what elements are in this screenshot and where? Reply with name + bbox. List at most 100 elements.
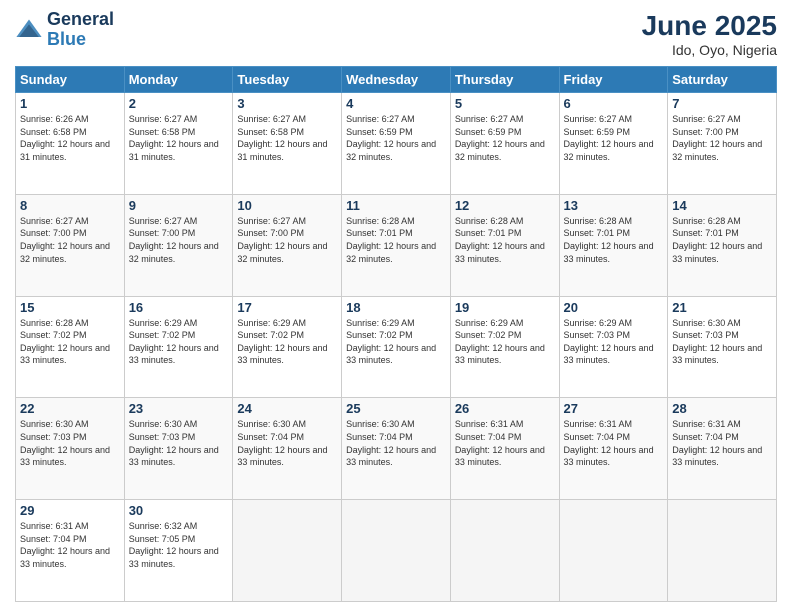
day-info: Sunrise: 6:30 AM Sunset: 7:03 PM Dayligh… xyxy=(672,317,772,367)
table-row: 18 Sunrise: 6:29 AM Sunset: 7:02 PM Dayl… xyxy=(342,296,451,398)
day-info: Sunrise: 6:28 AM Sunset: 7:02 PM Dayligh… xyxy=(20,317,120,367)
day-info: Sunrise: 6:29 AM Sunset: 7:02 PM Dayligh… xyxy=(455,317,555,367)
day-number: 1 xyxy=(20,96,120,111)
day-number: 14 xyxy=(672,198,772,213)
col-thursday: Thursday xyxy=(450,67,559,93)
location: Ido, Oyo, Nigeria xyxy=(642,42,777,58)
day-info: Sunrise: 6:27 AM Sunset: 7:00 PM Dayligh… xyxy=(672,113,772,163)
table-row: 4 Sunrise: 6:27 AM Sunset: 6:59 PM Dayli… xyxy=(342,93,451,195)
col-sunday: Sunday xyxy=(16,67,125,93)
table-row: 24 Sunrise: 6:30 AM Sunset: 7:04 PM Dayl… xyxy=(233,398,342,500)
day-info: Sunrise: 6:31 AM Sunset: 7:04 PM Dayligh… xyxy=(564,418,664,468)
day-number: 2 xyxy=(129,96,229,111)
table-row: 12 Sunrise: 6:28 AM Sunset: 7:01 PM Dayl… xyxy=(450,194,559,296)
day-number: 10 xyxy=(237,198,337,213)
day-number: 9 xyxy=(129,198,229,213)
day-number: 29 xyxy=(20,503,120,518)
day-number: 6 xyxy=(564,96,664,111)
day-number: 13 xyxy=(564,198,664,213)
table-row: 1 Sunrise: 6:26 AM Sunset: 6:58 PM Dayli… xyxy=(16,93,125,195)
table-row: 23 Sunrise: 6:30 AM Sunset: 7:03 PM Dayl… xyxy=(124,398,233,500)
calendar-table: Sunday Monday Tuesday Wednesday Thursday… xyxy=(15,66,777,602)
calendar-row: 1 Sunrise: 6:26 AM Sunset: 6:58 PM Dayli… xyxy=(16,93,777,195)
day-number: 15 xyxy=(20,300,120,315)
table-row: 29 Sunrise: 6:31 AM Sunset: 7:04 PM Dayl… xyxy=(16,500,125,602)
day-number: 21 xyxy=(672,300,772,315)
day-info: Sunrise: 6:31 AM Sunset: 7:04 PM Dayligh… xyxy=(20,520,120,570)
day-info: Sunrise: 6:29 AM Sunset: 7:02 PM Dayligh… xyxy=(237,317,337,367)
day-number: 18 xyxy=(346,300,446,315)
col-saturday: Saturday xyxy=(668,67,777,93)
table-row: 22 Sunrise: 6:30 AM Sunset: 7:03 PM Dayl… xyxy=(16,398,125,500)
table-row xyxy=(668,500,777,602)
logo: General Blue xyxy=(15,10,114,50)
table-row: 25 Sunrise: 6:30 AM Sunset: 7:04 PM Dayl… xyxy=(342,398,451,500)
day-number: 28 xyxy=(672,401,772,416)
day-number: 3 xyxy=(237,96,337,111)
table-row: 20 Sunrise: 6:29 AM Sunset: 7:03 PM Dayl… xyxy=(559,296,668,398)
day-number: 19 xyxy=(455,300,555,315)
table-row: 19 Sunrise: 6:29 AM Sunset: 7:02 PM Dayl… xyxy=(450,296,559,398)
table-row xyxy=(342,500,451,602)
calendar-row: 22 Sunrise: 6:30 AM Sunset: 7:03 PM Dayl… xyxy=(16,398,777,500)
day-number: 17 xyxy=(237,300,337,315)
day-info: Sunrise: 6:30 AM Sunset: 7:03 PM Dayligh… xyxy=(129,418,229,468)
calendar-header-row: Sunday Monday Tuesday Wednesday Thursday… xyxy=(16,67,777,93)
day-info: Sunrise: 6:29 AM Sunset: 7:02 PM Dayligh… xyxy=(346,317,446,367)
table-row: 8 Sunrise: 6:27 AM Sunset: 7:00 PM Dayli… xyxy=(16,194,125,296)
day-number: 27 xyxy=(564,401,664,416)
table-row: 26 Sunrise: 6:31 AM Sunset: 7:04 PM Dayl… xyxy=(450,398,559,500)
day-info: Sunrise: 6:31 AM Sunset: 7:04 PM Dayligh… xyxy=(455,418,555,468)
header: General Blue June 2025 Ido, Oyo, Nigeria xyxy=(15,10,777,58)
day-number: 4 xyxy=(346,96,446,111)
table-row: 7 Sunrise: 6:27 AM Sunset: 7:00 PM Dayli… xyxy=(668,93,777,195)
table-row: 27 Sunrise: 6:31 AM Sunset: 7:04 PM Dayl… xyxy=(559,398,668,500)
table-row: 2 Sunrise: 6:27 AM Sunset: 6:58 PM Dayli… xyxy=(124,93,233,195)
day-number: 22 xyxy=(20,401,120,416)
table-row: 13 Sunrise: 6:28 AM Sunset: 7:01 PM Dayl… xyxy=(559,194,668,296)
table-row: 11 Sunrise: 6:28 AM Sunset: 7:01 PM Dayl… xyxy=(342,194,451,296)
table-row: 6 Sunrise: 6:27 AM Sunset: 6:59 PM Dayli… xyxy=(559,93,668,195)
day-info: Sunrise: 6:30 AM Sunset: 7:03 PM Dayligh… xyxy=(20,418,120,468)
table-row: 16 Sunrise: 6:29 AM Sunset: 7:02 PM Dayl… xyxy=(124,296,233,398)
table-row: 10 Sunrise: 6:27 AM Sunset: 7:00 PM Dayl… xyxy=(233,194,342,296)
table-row xyxy=(233,500,342,602)
day-info: Sunrise: 6:27 AM Sunset: 6:59 PM Dayligh… xyxy=(455,113,555,163)
col-monday: Monday xyxy=(124,67,233,93)
title-block: June 2025 Ido, Oyo, Nigeria xyxy=(642,10,777,58)
calendar-row: 29 Sunrise: 6:31 AM Sunset: 7:04 PM Dayl… xyxy=(16,500,777,602)
day-info: Sunrise: 6:26 AM Sunset: 6:58 PM Dayligh… xyxy=(20,113,120,163)
table-row: 9 Sunrise: 6:27 AM Sunset: 7:00 PM Dayli… xyxy=(124,194,233,296)
table-row: 21 Sunrise: 6:30 AM Sunset: 7:03 PM Dayl… xyxy=(668,296,777,398)
col-friday: Friday xyxy=(559,67,668,93)
day-info: Sunrise: 6:27 AM Sunset: 6:59 PM Dayligh… xyxy=(564,113,664,163)
day-info: Sunrise: 6:27 AM Sunset: 6:59 PM Dayligh… xyxy=(346,113,446,163)
month-title: June 2025 xyxy=(642,10,777,42)
day-number: 25 xyxy=(346,401,446,416)
day-info: Sunrise: 6:29 AM Sunset: 7:02 PM Dayligh… xyxy=(129,317,229,367)
day-info: Sunrise: 6:28 AM Sunset: 7:01 PM Dayligh… xyxy=(346,215,446,265)
day-info: Sunrise: 6:27 AM Sunset: 7:00 PM Dayligh… xyxy=(237,215,337,265)
day-info: Sunrise: 6:28 AM Sunset: 7:01 PM Dayligh… xyxy=(455,215,555,265)
day-info: Sunrise: 6:30 AM Sunset: 7:04 PM Dayligh… xyxy=(237,418,337,468)
table-row: 3 Sunrise: 6:27 AM Sunset: 6:58 PM Dayli… xyxy=(233,93,342,195)
day-number: 30 xyxy=(129,503,229,518)
table-row: 5 Sunrise: 6:27 AM Sunset: 6:59 PM Dayli… xyxy=(450,93,559,195)
col-tuesday: Tuesday xyxy=(233,67,342,93)
day-number: 12 xyxy=(455,198,555,213)
day-info: Sunrise: 6:27 AM Sunset: 7:00 PM Dayligh… xyxy=(129,215,229,265)
calendar-row: 15 Sunrise: 6:28 AM Sunset: 7:02 PM Dayl… xyxy=(16,296,777,398)
day-number: 24 xyxy=(237,401,337,416)
table-row: 17 Sunrise: 6:29 AM Sunset: 7:02 PM Dayl… xyxy=(233,296,342,398)
day-number: 23 xyxy=(129,401,229,416)
table-row: 14 Sunrise: 6:28 AM Sunset: 7:01 PM Dayl… xyxy=(668,194,777,296)
day-info: Sunrise: 6:30 AM Sunset: 7:04 PM Dayligh… xyxy=(346,418,446,468)
day-info: Sunrise: 6:27 AM Sunset: 6:58 PM Dayligh… xyxy=(237,113,337,163)
day-number: 7 xyxy=(672,96,772,111)
day-number: 20 xyxy=(564,300,664,315)
table-row: 15 Sunrise: 6:28 AM Sunset: 7:02 PM Dayl… xyxy=(16,296,125,398)
day-number: 8 xyxy=(20,198,120,213)
table-row: 28 Sunrise: 6:31 AM Sunset: 7:04 PM Dayl… xyxy=(668,398,777,500)
day-number: 16 xyxy=(129,300,229,315)
day-info: Sunrise: 6:28 AM Sunset: 7:01 PM Dayligh… xyxy=(564,215,664,265)
